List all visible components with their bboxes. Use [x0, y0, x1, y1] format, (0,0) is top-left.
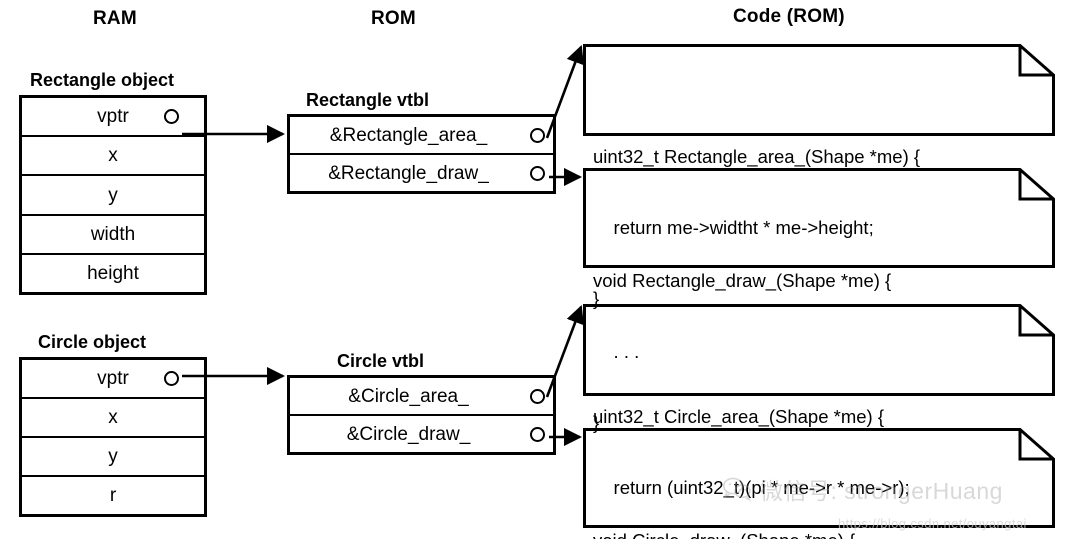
column-header-rom: ROM	[371, 8, 416, 29]
table-row: &Circle_area_	[290, 378, 553, 416]
table-row: width	[22, 216, 204, 255]
rectangle-vtbl-title: Rectangle vtbl	[306, 90, 430, 110]
field-label: height	[87, 262, 139, 284]
rectangle-object-title: Rectangle object	[30, 70, 175, 90]
code-line: void Circle_draw_(Shape *me) {	[593, 529, 1055, 539]
vtbl-entry-pointer-dot	[530, 127, 545, 143]
field-label: vptr	[97, 106, 129, 128]
diagram-canvas: RAM ROM Code (ROM) Rectangle object vptr…	[0, 0, 1080, 539]
table-row: &Rectangle_area_	[290, 117, 553, 155]
field-label: y	[108, 446, 118, 467]
rectangle-vtbl-table: &Rectangle_area_ &Rectangle_draw_	[287, 114, 556, 194]
field-label: y	[108, 184, 118, 206]
vtbl-entry-label: &Rectangle_area_	[329, 124, 488, 146]
code-line: return (uint32_t)(pi * me->r * me->r);	[593, 476, 910, 498]
code-box-rectangle-area: uint32_t Rectangle_area_(Shape *me) { re…	[583, 44, 1055, 309]
code-text: void Circle_draw_(Shape *me) { . . . }	[593, 506, 1055, 539]
field-label: width	[90, 223, 136, 245]
vtbl-entry-label: &Circle_area_	[348, 385, 469, 407]
code-line: void Rectangle_draw_(Shape *me) {	[593, 269, 892, 291]
code-line: uint32_t Circle_area_(Shape *me) {	[593, 405, 885, 427]
vtbl-entry-pointer-dot	[530, 165, 545, 181]
vtbl-entry-pointer-dot	[530, 426, 545, 442]
vptr-pointer-dot	[164, 371, 179, 386]
table-row: &Rectangle_draw_	[290, 155, 553, 191]
field-label: r	[109, 485, 117, 506]
table-row: &Circle_draw_	[290, 416, 553, 452]
vtbl-entry-pointer-dot	[530, 388, 545, 404]
vtbl-entry-label: &Rectangle_draw_	[328, 162, 489, 184]
field-label: x	[108, 145, 118, 167]
table-row: x	[22, 137, 204, 177]
table-row: vptr	[22, 98, 204, 138]
circle-vtbl-table: &Circle_area_ &Circle_draw_	[287, 375, 556, 455]
code-line: uint32_t Rectangle_area_(Shape *me) {	[593, 145, 921, 167]
table-row: height	[22, 255, 204, 292]
note-shape-icon	[583, 44, 1055, 136]
table-row: r	[22, 477, 204, 514]
table-row: x	[22, 399, 204, 438]
vtbl-entry-label: &Circle_draw_	[346, 423, 471, 445]
field-label: vptr	[97, 368, 129, 389]
circle-vtbl-title: Circle vtbl	[337, 351, 425, 371]
code-line: return me->widtht * me->height;	[593, 216, 874, 238]
column-header-code-rom: Code (ROM)	[733, 6, 845, 27]
code-line: . . .	[593, 340, 640, 362]
vptr-pointer-dot	[164, 109, 179, 125]
table-row: y	[22, 438, 204, 477]
circle-object-title: Circle object	[38, 332, 147, 352]
table-row: y	[22, 176, 204, 216]
column-header-ram: RAM	[93, 8, 137, 29]
table-row: vptr	[22, 360, 204, 399]
rectangle-object-table: vptr x y width height	[19, 95, 207, 295]
circle-object-table: vptr x y r	[19, 357, 207, 517]
field-label: x	[108, 407, 118, 428]
